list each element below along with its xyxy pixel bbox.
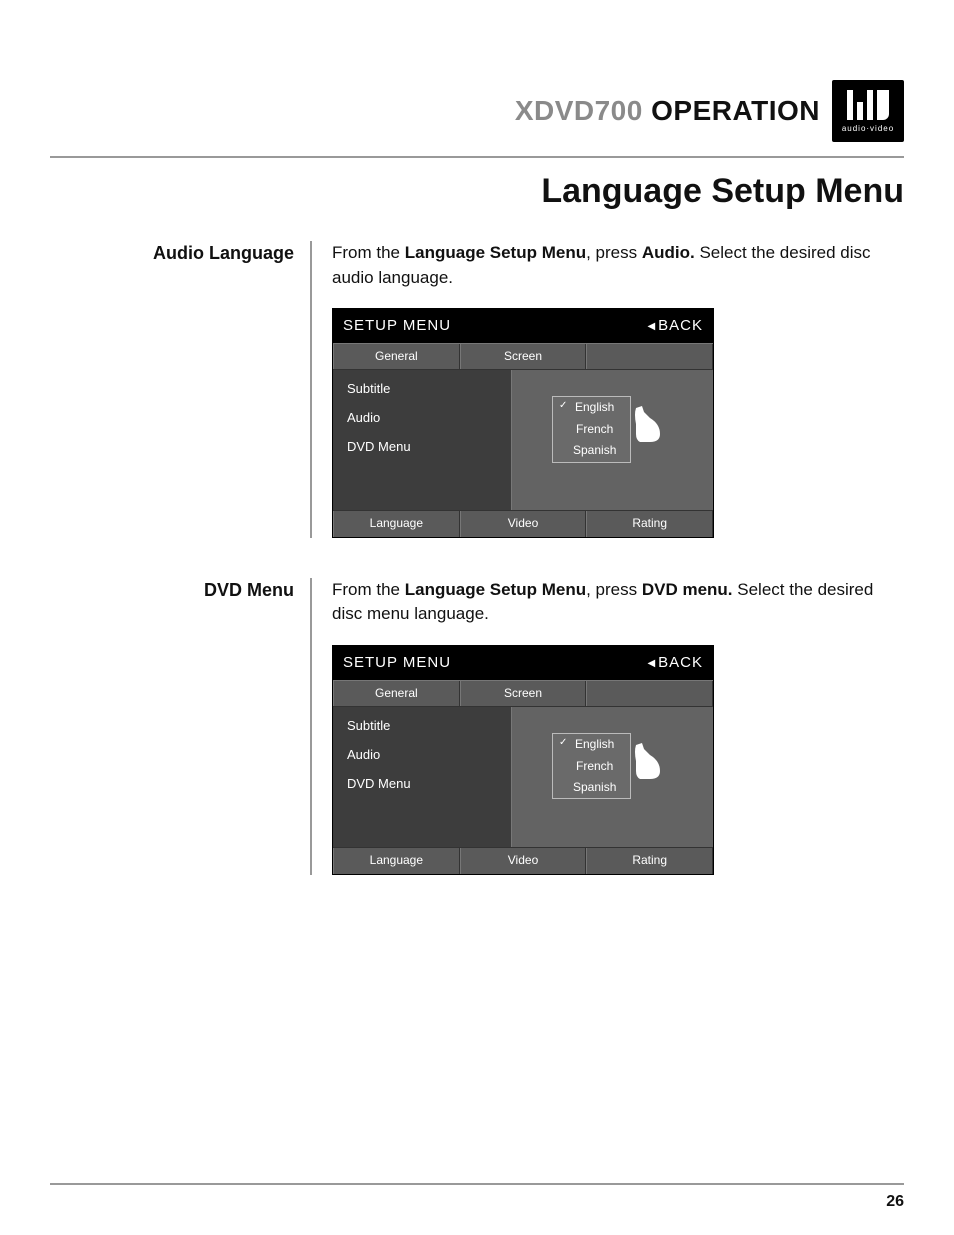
tab-language[interactable]: Language bbox=[333, 511, 460, 536]
header-operation: OPERATION bbox=[651, 95, 820, 126]
pointing-hand-icon bbox=[630, 741, 666, 781]
menu-item-subtitle[interactable]: Subtitle bbox=[347, 380, 497, 399]
menu-item-dvd-menu[interactable]: DVD Menu bbox=[347, 438, 497, 457]
menu-item-audio[interactable]: Audio bbox=[347, 746, 497, 765]
tab-screen[interactable]: Screen bbox=[460, 681, 587, 706]
language-options: English French Spanish bbox=[552, 396, 631, 462]
option-english[interactable]: English bbox=[553, 734, 630, 755]
logo-subtext: audio·video bbox=[842, 124, 894, 133]
option-spanish[interactable]: Spanish bbox=[553, 777, 630, 798]
setup-menu-screenshot-dvd: SETUP MENU BACK General Screen Subtitle … bbox=[332, 645, 714, 875]
footer-rule bbox=[50, 1183, 904, 1185]
page-title: Language Setup Menu bbox=[50, 172, 904, 211]
header-model: XDVD700 bbox=[515, 95, 643, 126]
option-french[interactable]: French bbox=[553, 419, 630, 440]
back-button[interactable]: BACK bbox=[647, 652, 703, 674]
setup-title: SETUP MENU bbox=[343, 315, 451, 337]
tab-rating[interactable]: Rating bbox=[586, 511, 713, 536]
option-spanish[interactable]: Spanish bbox=[553, 440, 630, 461]
back-button[interactable]: BACK bbox=[647, 315, 703, 337]
menu-item-subtitle[interactable]: Subtitle bbox=[347, 717, 497, 736]
tab-screen[interactable]: Screen bbox=[460, 344, 587, 369]
tab-rating[interactable]: Rating bbox=[586, 848, 713, 873]
section-description-dvd: From the Language Setup Menu, press DVD … bbox=[332, 578, 904, 627]
tab-empty bbox=[586, 681, 713, 706]
tab-general[interactable]: General bbox=[333, 681, 460, 706]
section-label-dvd-menu: DVD Menu bbox=[50, 578, 310, 601]
page-number: 26 bbox=[886, 1193, 904, 1211]
option-english[interactable]: English bbox=[553, 397, 630, 418]
tab-empty bbox=[586, 344, 713, 369]
menu-item-dvd-menu[interactable]: DVD Menu bbox=[347, 775, 497, 794]
dual-logo: audio·video bbox=[832, 80, 904, 142]
section-label-audio-language: Audio Language bbox=[50, 241, 310, 264]
pointing-hand-icon bbox=[630, 404, 666, 444]
tab-video[interactable]: Video bbox=[460, 511, 587, 536]
menu-item-audio[interactable]: Audio bbox=[347, 409, 497, 428]
setup-title: SETUP MENU bbox=[343, 652, 451, 674]
section-description-audio: From the Language Setup Menu, press Audi… bbox=[332, 241, 904, 290]
tab-video[interactable]: Video bbox=[460, 848, 587, 873]
tab-general[interactable]: General bbox=[333, 344, 460, 369]
setup-menu-screenshot-audio: SETUP MENU BACK General Screen Subtitle … bbox=[332, 308, 714, 538]
header-rule bbox=[50, 156, 904, 158]
language-options: English French Spanish bbox=[552, 733, 631, 799]
tab-language[interactable]: Language bbox=[333, 848, 460, 873]
header-title: XDVD700 OPERATION bbox=[515, 95, 820, 127]
option-french[interactable]: French bbox=[553, 756, 630, 777]
logo-bars bbox=[847, 90, 889, 120]
